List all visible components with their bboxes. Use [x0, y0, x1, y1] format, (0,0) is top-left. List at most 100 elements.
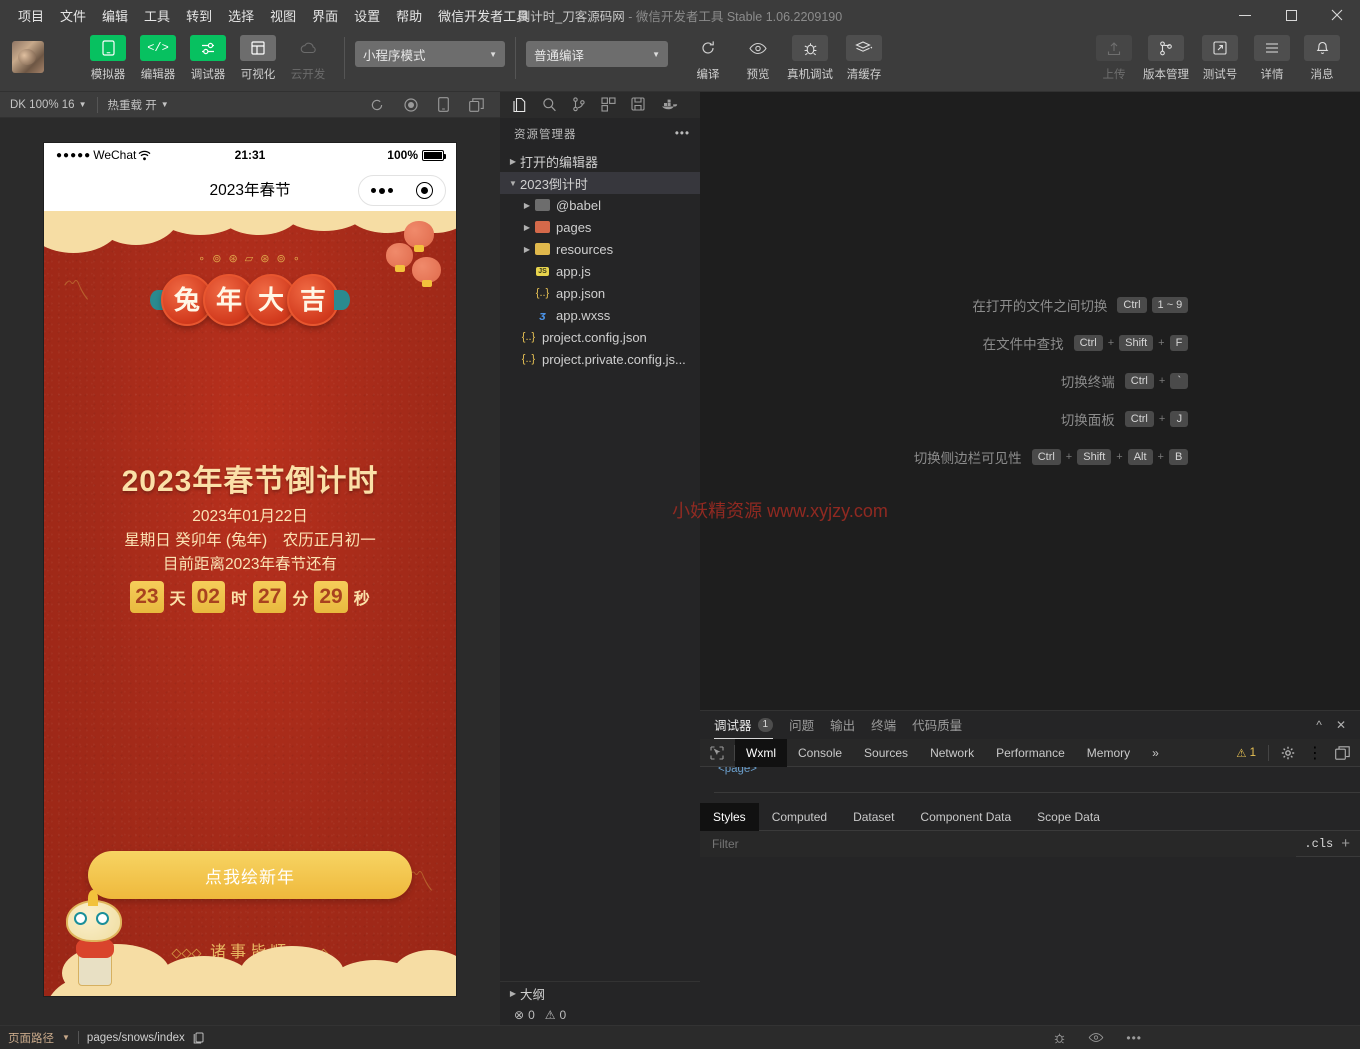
compile-select[interactable]: 普通编译 ▼ [526, 41, 668, 67]
panel-tab-codequality[interactable]: 代码质量 [912, 711, 962, 739]
cls-toggle[interactable]: .cls [1296, 837, 1341, 851]
tree-item-project-config[interactable]: {..} project.config.json [500, 326, 700, 348]
add-rule-button[interactable]: + [1341, 835, 1360, 852]
toolbar-compile[interactable]: 编译 [684, 35, 732, 82]
more-dots-icon[interactable] [371, 188, 393, 194]
files-icon[interactable] [512, 97, 527, 113]
tree-item-app-wxss[interactable]: ᴣ app.wxss [500, 304, 700, 326]
refresh-icon[interactable] [370, 98, 384, 112]
toolbar-simulator[interactable]: 模拟器 [84, 35, 132, 82]
styles-tab-computed[interactable]: Computed [759, 803, 840, 831]
outline-header[interactable]: ▶ 大纲 [500, 982, 700, 1004]
main-toolbar: 模拟器 </> 编辑器 调试器 可视化 [0, 30, 1360, 92]
search-icon[interactable] [542, 97, 557, 112]
toolbar-upload[interactable]: 上传 [1090, 35, 1138, 82]
toolbar-realdevice[interactable]: 真机调试 [784, 35, 836, 82]
tree-item-pages[interactable]: ▶ pages [500, 216, 700, 238]
record-icon[interactable] [404, 98, 418, 112]
mode-select[interactable]: 小程序模式 ▼ [355, 41, 505, 67]
devtools-tab-sources[interactable]: Sources [853, 739, 919, 767]
wechat-capsule[interactable] [358, 175, 446, 206]
menu-item-view[interactable]: 视图 [262, 2, 304, 29]
toolbar-clearcache[interactable]: 清缓存 [838, 35, 890, 82]
toolbar-details[interactable]: 详情 [1248, 35, 1296, 82]
close-button[interactable] [1314, 0, 1360, 30]
source-control-icon[interactable] [572, 97, 586, 112]
countdown-seconds-unit: 秒 [354, 585, 370, 609]
maximize-button[interactable] [1268, 0, 1314, 30]
more-icon[interactable]: ••• [1126, 1031, 1142, 1045]
tree-item-app-json[interactable]: {..} app.json [500, 282, 700, 304]
extensions-icon[interactable] [601, 97, 616, 112]
tree-open-editors[interactable]: ▶ 打开的编辑器 [500, 150, 700, 172]
devtools-tab-performance[interactable]: Performance [985, 739, 1076, 767]
dom-root-tag[interactable]: <page> [718, 767, 757, 775]
devtools-tab-console[interactable]: Console [787, 739, 853, 767]
menu-item-help[interactable]: 帮助 [388, 2, 430, 29]
save-all-icon[interactable] [631, 97, 646, 112]
panel-tab-output[interactable]: 输出 [830, 711, 855, 739]
tree-project-root[interactable]: ▼ 2023倒计时 [500, 172, 700, 194]
avatar[interactable] [12, 41, 44, 73]
kebab-menu-icon[interactable]: ⋮ [1307, 743, 1323, 763]
bug-icon[interactable] [1053, 1031, 1066, 1045]
device-select[interactable]: DK 100% 16 ▼ [10, 99, 87, 111]
toolbar-preview[interactable]: 预览 [734, 35, 782, 82]
docker-icon[interactable] [661, 98, 678, 111]
rotate-device-icon[interactable] [438, 97, 449, 112]
gear-icon[interactable] [1281, 746, 1295, 760]
menu-item-interface[interactable]: 界面 [304, 2, 346, 29]
menu-item-edit[interactable]: 编辑 [94, 2, 136, 29]
toolbar-editor[interactable]: </> 编辑器 [134, 35, 182, 82]
devtools-tab-network[interactable]: Network [919, 739, 985, 767]
toolbar-cloud[interactable]: 云开发 [284, 35, 332, 82]
warning-badge[interactable]: ⚠ 1 [1236, 746, 1256, 760]
tree-item-project-private-config[interactable]: {..} project.private.config.js... [500, 348, 700, 370]
copy-icon[interactable] [193, 1032, 204, 1044]
shortcut-label: 在文件中查找 [914, 333, 1064, 353]
problems-summary[interactable]: ⊗ 0 ⚠ 0 [500, 1004, 700, 1026]
menu-item-goto[interactable]: 转到 [178, 2, 220, 29]
chevron-down-icon[interactable]: ▼ [62, 1033, 70, 1042]
eye-icon[interactable] [1088, 1032, 1104, 1043]
toolbar-debugger[interactable]: 调试器 [184, 35, 232, 82]
minimize-button[interactable] [1222, 0, 1268, 30]
sim-tool-icons [370, 97, 500, 112]
toolbar-testaccount[interactable]: 测试号 [1194, 35, 1246, 82]
draw-new-year-button[interactable]: 点我绘新年 [88, 851, 412, 899]
target-circle-icon[interactable] [416, 182, 433, 199]
toolbar-version[interactable]: 版本管理 [1140, 35, 1192, 82]
toolbar-visual[interactable]: 可视化 [234, 35, 282, 82]
menu-item-select[interactable]: 选择 [220, 2, 262, 29]
more-icon[interactable]: ••• [675, 128, 690, 140]
chevron-up-icon[interactable]: ^ [1316, 718, 1322, 732]
menu-item-file[interactable]: 文件 [52, 2, 94, 29]
styles-tab-dataset[interactable]: Dataset [840, 803, 907, 831]
close-icon[interactable]: ✕ [1336, 718, 1346, 732]
styles-filter-input[interactable] [700, 831, 1296, 857]
styles-tab-scope-data[interactable]: Scope Data [1024, 803, 1113, 831]
tree-item-babel[interactable]: ▶ @babel [500, 194, 700, 216]
menu-item-tools[interactable]: 工具 [136, 2, 178, 29]
menu-item-project[interactable]: 项目 [10, 2, 52, 29]
folder-grey-icon [534, 199, 551, 211]
tree-item-resources[interactable]: ▶ resources [500, 238, 700, 260]
panel-tab-problems[interactable]: 问题 [789, 711, 814, 739]
panel-tab-debugger[interactable]: 调试器 1 [714, 711, 773, 739]
devtools-tab-memory[interactable]: Memory [1076, 739, 1141, 767]
devtools-tab-wxml[interactable]: Wxml [735, 739, 787, 767]
page-path-label[interactable]: 页面路径 [8, 1030, 54, 1046]
element-picker-icon[interactable] [700, 746, 734, 760]
shortcut-row-toggle-sidebar: 切换侧边栏可见性 Ctrl + Shift + Alt + B [872, 447, 1189, 467]
panel-tab-terminal[interactable]: 终端 [871, 711, 896, 739]
styles-tab-component-data[interactable]: Component Data [907, 803, 1024, 831]
dock-icon[interactable] [1335, 746, 1350, 760]
hot-reload-select[interactable]: 热重载 开 ▼ [108, 97, 169, 113]
tree-item-app-js[interactable]: JS app.js [500, 260, 700, 282]
devtools-tabs-overflow[interactable]: » [1141, 739, 1170, 767]
menu-item-devtools[interactable]: 微信开发者工具 [430, 2, 537, 29]
separate-window-icon[interactable] [469, 98, 484, 112]
menu-item-settings[interactable]: 设置 [346, 2, 388, 29]
toolbar-messages[interactable]: 消息 [1298, 35, 1346, 82]
styles-tab-styles[interactable]: Styles [700, 803, 759, 831]
